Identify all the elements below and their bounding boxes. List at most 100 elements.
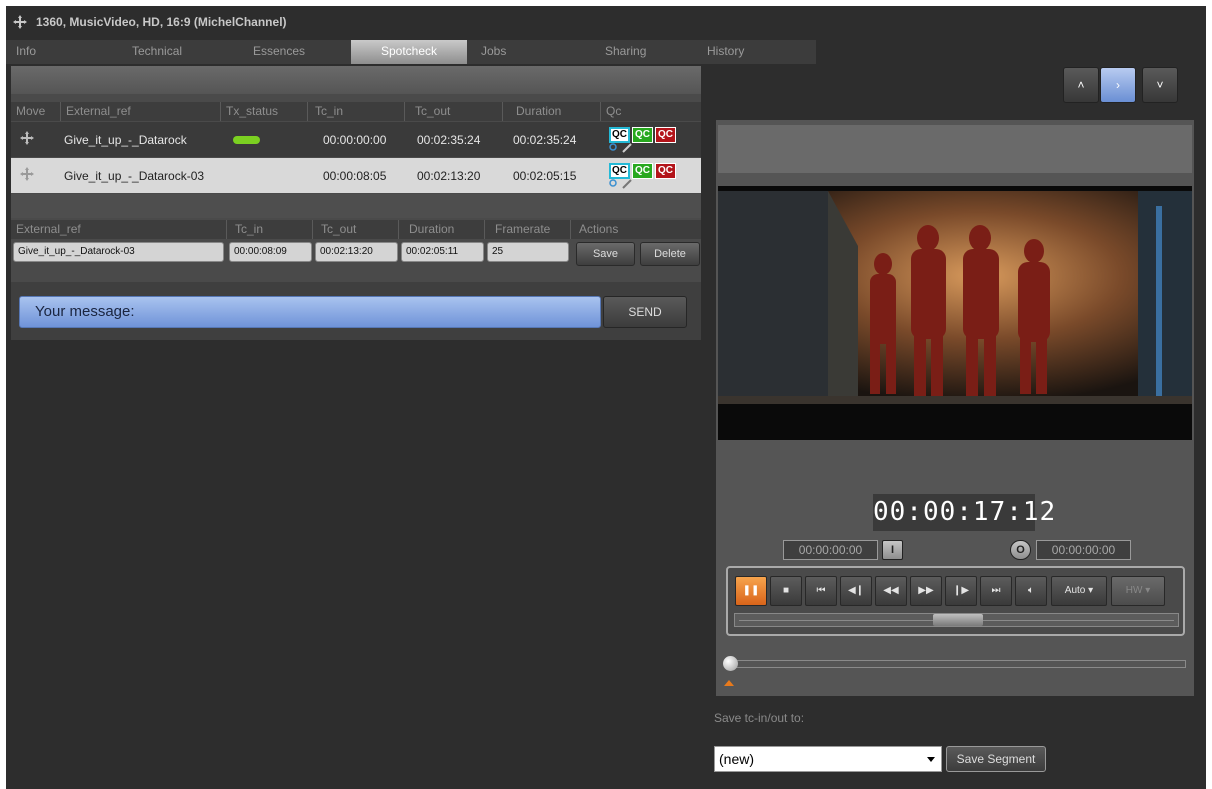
- spotcheck-header: Move External_ref Tx_status Tc_in Tc_out…: [11, 102, 701, 121]
- cell-duration: 00:02:35:24: [513, 132, 577, 147]
- pause-button[interactable]: ❚❚: [735, 576, 767, 606]
- nav-down-button[interactable]: ˅: [1142, 67, 1178, 103]
- stop-button[interactable]: ■: [770, 576, 802, 606]
- magnifier-pencil-icon[interactable]: [609, 142, 635, 153]
- tab-sharing[interactable]: Sharing: [583, 40, 699, 64]
- go-start-button[interactable]: ⏮: [805, 576, 837, 606]
- cell-tc-in: 00:00:00:00: [323, 132, 387, 147]
- rewind-icon: ◀◀: [883, 585, 899, 596]
- seg-col-tc-out: Tc_out: [313, 220, 399, 239]
- mark-in-button[interactable]: I: [882, 540, 903, 560]
- in-point-marker-icon: [724, 680, 734, 686]
- table-row[interactable]: Give_it_up_-_Datarock-03 00:00:08:05 00:…: [11, 158, 701, 193]
- chevron-down-icon: [927, 757, 935, 762]
- segment-row: Give_it_up_-_Datarock-03 00:00:08:09 00:…: [11, 242, 701, 270]
- caret-down-icon: ▾: [1145, 585, 1151, 596]
- cell-tx-status: [221, 135, 308, 144]
- jog-scrubber[interactable]: [734, 613, 1179, 627]
- caret-down-icon: ▾: [1088, 585, 1094, 596]
- qc-pending-badge[interactable]: QC: [609, 126, 630, 143]
- pause-icon: ❚❚: [742, 585, 760, 596]
- chevron-down-icon: ˅: [1156, 78, 1164, 92]
- segment-external-ref-field[interactable]: Give_it_up_-_Datarock-03: [13, 242, 224, 262]
- step-back-button[interactable]: ◀❙: [840, 576, 872, 606]
- send-button[interactable]: SEND: [603, 296, 687, 328]
- transport-controls: ❚❚ ■ ⏮ ◀❙ ◀◀ ▶▶ ❙▶ ⏭ 🔈︎ Auto ▾ HW ▾: [726, 566, 1185, 636]
- skip-end-icon: ⏭: [991, 585, 1001, 596]
- qc-pass-badge[interactable]: QC: [632, 162, 653, 179]
- video-player: 00:00:17:12 00:00:00:00 I O 00:00:00:00 …: [716, 120, 1194, 696]
- seg-col-framerate: Framerate: [485, 220, 571, 239]
- cell-qc: QC QC QC: [609, 162, 676, 189]
- auto-dropdown[interactable]: Auto ▾: [1051, 576, 1107, 606]
- seg-col-tc-in: Tc_in: [227, 220, 313, 239]
- col-tx-status[interactable]: Tx_status: [221, 102, 308, 121]
- go-end-button[interactable]: ⏭: [980, 576, 1012, 606]
- tab-history[interactable]: History: [699, 40, 816, 64]
- nav-next-button[interactable]: ›: [1100, 67, 1136, 103]
- skip-start-icon: ⏮: [816, 585, 826, 596]
- tab-essences[interactable]: Essences: [235, 40, 351, 64]
- step-forward-icon: ❙▶: [952, 585, 970, 596]
- step-forward-button[interactable]: ❙▶: [945, 576, 977, 606]
- tab-spotcheck[interactable]: Spotcheck: [351, 40, 467, 64]
- timeline-bar[interactable]: [723, 656, 1186, 671]
- cell-tc-out: 00:02:13:20: [417, 168, 481, 183]
- drag-handle-icon[interactable]: [11, 166, 61, 185]
- seg-col-actions: Actions: [579, 222, 619, 236]
- app-window: 1360, MusicVideo, HD, 16:9 (MichelChanne…: [6, 6, 1206, 789]
- col-move[interactable]: Move: [11, 102, 61, 121]
- delete-button[interactable]: Delete: [640, 242, 700, 266]
- hw-dropdown[interactable]: HW ▾: [1111, 576, 1165, 606]
- mark-out-field[interactable]: 00:00:00:00: [1036, 540, 1131, 560]
- tab-technical[interactable]: Technical: [120, 40, 235, 64]
- scrubber-thumb[interactable]: [932, 614, 983, 626]
- cell-external-ref: Give_it_up_-_Datarock-03: [64, 168, 205, 183]
- cell-external-ref: Give_it_up_-_Datarock: [64, 132, 187, 147]
- save-segment-button[interactable]: Save Segment: [946, 746, 1046, 772]
- drag-handle-icon[interactable]: [11, 130, 61, 149]
- segment-header: External_ref Tc_in Tc_out Duration Frame…: [11, 220, 701, 239]
- timecode-display: 00:00:17:12: [873, 494, 1055, 531]
- tab-bar: Info Technical Essences Spotcheck Jobs S…: [6, 40, 816, 64]
- volume-icon: 🔈︎: [1028, 585, 1034, 596]
- segment-select[interactable]: (new): [714, 746, 942, 772]
- col-external-ref[interactable]: External_ref: [61, 102, 221, 121]
- col-duration[interactable]: Duration: [503, 102, 601, 121]
- seg-col-duration: Duration: [399, 220, 485, 239]
- save-to-label: Save tc-in/out to:: [714, 711, 805, 725]
- message-input[interactable]: Your message:: [19, 296, 601, 328]
- separator-strip: [11, 194, 701, 218]
- cell-tc-out: 00:02:35:24: [417, 132, 481, 147]
- segment-tc-out-field[interactable]: 00:02:13:20: [315, 242, 398, 262]
- fast-forward-icon: ▶▶: [918, 585, 934, 596]
- step-back-icon: ◀❙: [847, 585, 865, 596]
- message-bar: Your message: SEND: [11, 282, 701, 340]
- cell-qc: QC QC QC: [609, 126, 676, 153]
- mark-out-button[interactable]: O: [1010, 540, 1031, 560]
- seg-col-external-ref: External_ref: [11, 220, 227, 239]
- qc-fail-badge[interactable]: QC: [655, 162, 676, 179]
- save-button[interactable]: Save: [576, 242, 635, 266]
- tab-jobs[interactable]: Jobs: [467, 40, 583, 64]
- qc-fail-badge[interactable]: QC: [655, 126, 676, 143]
- qc-pending-badge[interactable]: QC: [609, 162, 630, 179]
- move-icon[interactable]: [12, 14, 28, 30]
- fast-forward-button[interactable]: ▶▶: [910, 576, 942, 606]
- col-tc-out[interactable]: Tc_out: [405, 102, 503, 121]
- col-tc-in[interactable]: Tc_in: [308, 102, 405, 121]
- nav-up-button[interactable]: ˄: [1063, 67, 1099, 103]
- segment-framerate-field[interactable]: 25: [487, 242, 569, 262]
- mark-in-field[interactable]: 00:00:00:00: [783, 540, 878, 560]
- volume-button[interactable]: 🔈︎: [1015, 576, 1047, 606]
- segment-tc-in-field[interactable]: 00:00:08:09: [229, 242, 312, 262]
- video-frame[interactable]: [718, 186, 1192, 440]
- playhead-knob[interactable]: [723, 656, 738, 671]
- qc-pass-badge[interactable]: QC: [632, 126, 653, 143]
- segment-duration-field[interactable]: 00:02:05:11: [401, 242, 484, 262]
- tab-info[interactable]: Info: [6, 40, 120, 64]
- magnifier-pencil-icon[interactable]: [609, 178, 635, 189]
- table-row[interactable]: Give_it_up_-_Datarock 00:00:00:00 00:02:…: [11, 122, 701, 157]
- col-qc[interactable]: Qc: [601, 102, 701, 121]
- rewind-button[interactable]: ◀◀: [875, 576, 907, 606]
